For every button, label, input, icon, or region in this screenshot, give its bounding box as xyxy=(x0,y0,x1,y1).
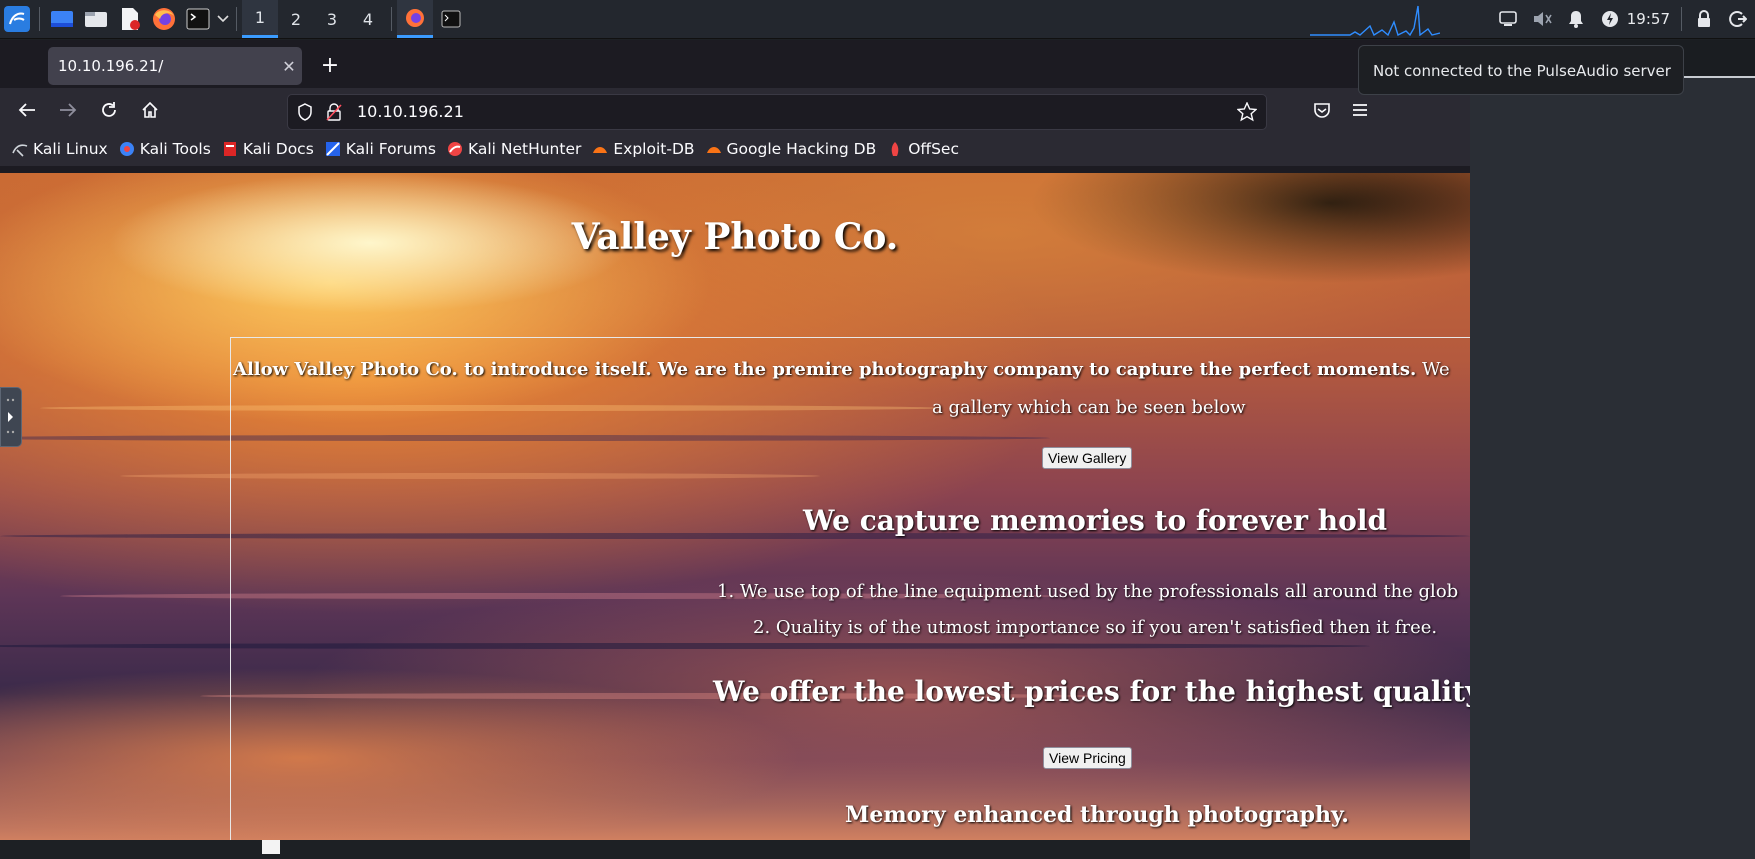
notifications-icon[interactable] xyxy=(1559,0,1593,38)
bookmark-label: Google Hacking DB xyxy=(726,140,877,158)
top-panel: 1 2 3 4 19:57 xyxy=(0,0,1755,39)
workspace-2[interactable]: 2 xyxy=(278,0,314,38)
bookmark-google-hacking-db[interactable]: Google Hacking DB xyxy=(706,140,877,158)
bookmark-kali-linux[interactable]: Kali Linux xyxy=(12,140,108,158)
reload-icon[interactable] xyxy=(93,94,125,126)
workspace-3[interactable]: 3 xyxy=(314,0,350,38)
bookmark-offsec[interactable]: OffSec xyxy=(887,140,959,158)
intro-text: Allow Valley Photo Co. to introduce itse… xyxy=(233,359,1450,380)
heading-prices: We offer the lowest prices for the highe… xyxy=(713,675,1470,708)
kali-docs-icon xyxy=(222,141,238,157)
tab-title: 10.10.196.21/ xyxy=(58,57,164,75)
insecure-lock-icon[interactable] xyxy=(326,103,342,125)
ghdb-icon xyxy=(706,141,722,157)
kali-tools-icon xyxy=(119,141,135,157)
url-text[interactable]: 10.10.196.21 xyxy=(357,102,464,121)
kali-menu-icon[interactable] xyxy=(0,0,34,38)
web-page: Valley Photo Co. Allow Valley Photo Co. … xyxy=(0,173,1470,840)
clock[interactable]: 19:57 xyxy=(1627,10,1676,28)
new-tab-icon[interactable]: + xyxy=(316,52,344,80)
show-desktop-icon[interactable] xyxy=(45,0,79,38)
list-item: 2. Quality is of the utmost importance s… xyxy=(753,617,1438,638)
background-window xyxy=(1470,40,1755,859)
cpu-graph xyxy=(1310,5,1440,36)
view-gallery-button[interactable]: View Gallery xyxy=(1042,447,1133,469)
exploit-db-icon xyxy=(592,141,608,157)
bookmark-label: Kali Tools xyxy=(139,140,211,158)
back-icon[interactable] xyxy=(11,94,43,126)
bookmark-label: Kali NetHunter xyxy=(467,140,582,158)
browser-tab[interactable]: 10.10.196.21/ ✕ xyxy=(48,47,302,85)
menu-icon[interactable] xyxy=(1344,94,1376,126)
bookmark-kali-tools[interactable]: Kali Tools xyxy=(119,140,211,158)
intro-line-2: a gallery which can be seen below xyxy=(932,397,1246,418)
bookmark-kali-forums[interactable]: Kali Forums xyxy=(325,140,436,158)
bookmark-label: Exploit-DB xyxy=(613,140,695,158)
heading-memory: Memory enhanced through photography. xyxy=(845,802,1349,828)
intro-rest: We xyxy=(1416,359,1450,380)
intro-bold: Allow Valley Photo Co. to introduce itse… xyxy=(233,359,1417,380)
workspace-4[interactable]: 4 xyxy=(350,0,386,38)
side-panel-handle[interactable] xyxy=(0,387,22,447)
address-bar[interactable]: 10.10.196.21 xyxy=(287,94,1267,130)
bookmark-kali-nethunter[interactable]: Kali NetHunter xyxy=(447,140,581,158)
background-window-content xyxy=(1470,76,1755,859)
logout-icon[interactable] xyxy=(1721,0,1755,38)
bookmarks-toolbar: Kali Linux Kali Tools Kali Docs Kali For… xyxy=(0,132,1470,166)
file-manager-icon[interactable] xyxy=(79,0,113,38)
bookmark-star-icon[interactable] xyxy=(1236,101,1258,126)
bookmark-label: OffSec xyxy=(908,140,959,158)
separator xyxy=(39,7,40,31)
tracking-shield-icon[interactable] xyxy=(297,103,313,125)
chevron-down-icon[interactable] xyxy=(215,0,231,38)
tab-strip: 10.10.196.21/ ✕ + xyxy=(0,40,1470,88)
bookmark-label: Kali Linux xyxy=(33,140,108,158)
display-icon[interactable] xyxy=(1491,0,1525,38)
pulseaudio-tooltip: Not connected to the PulseAudio server xyxy=(1358,45,1684,95)
firefox-window-button[interactable] xyxy=(397,0,433,38)
bookmark-exploit-db[interactable]: Exploit-DB xyxy=(592,140,695,158)
bookmark-kali-docs[interactable]: Kali Docs xyxy=(222,140,314,158)
pocket-icon[interactable] xyxy=(1306,94,1338,126)
separator xyxy=(236,7,237,31)
view-pricing-button[interactable]: View Pricing xyxy=(1043,747,1132,769)
offsec-icon xyxy=(887,141,903,157)
volume-muted-icon[interactable] xyxy=(1525,0,1559,38)
separator xyxy=(1681,7,1682,31)
forward-icon[interactable] xyxy=(52,94,84,126)
navigation-toolbar: 10.10.196.21 xyxy=(0,88,1470,132)
page-title: Valley Photo Co. xyxy=(571,216,899,258)
kali-forums-icon xyxy=(325,141,341,157)
bookmark-label: Kali Docs xyxy=(242,140,314,158)
workspace-1[interactable]: 1 xyxy=(242,0,278,38)
firefox-launcher-icon[interactable] xyxy=(147,0,181,38)
heading-capture: We capture memories to forever hold xyxy=(803,504,1388,537)
bookmark-label: Kali Forums xyxy=(345,140,436,158)
firefox-window: 10.10.196.21/ ✕ + 10.10.196.21 Kali Linu… xyxy=(0,40,1470,840)
power-status-icon[interactable] xyxy=(1593,0,1627,38)
list-item: 1. We use top of the line equipment used… xyxy=(717,581,1459,602)
terminal-window-button[interactable] xyxy=(433,0,469,38)
home-icon[interactable] xyxy=(134,94,166,126)
separator xyxy=(391,7,392,31)
nethunter-icon xyxy=(447,141,463,157)
lock-icon[interactable] xyxy=(1687,0,1721,38)
close-tab-icon[interactable]: ✕ xyxy=(276,57,302,76)
terminal-launcher-icon[interactable] xyxy=(181,0,215,38)
kali-dragon-icon xyxy=(12,141,28,157)
text-editor-icon[interactable] xyxy=(113,0,147,38)
